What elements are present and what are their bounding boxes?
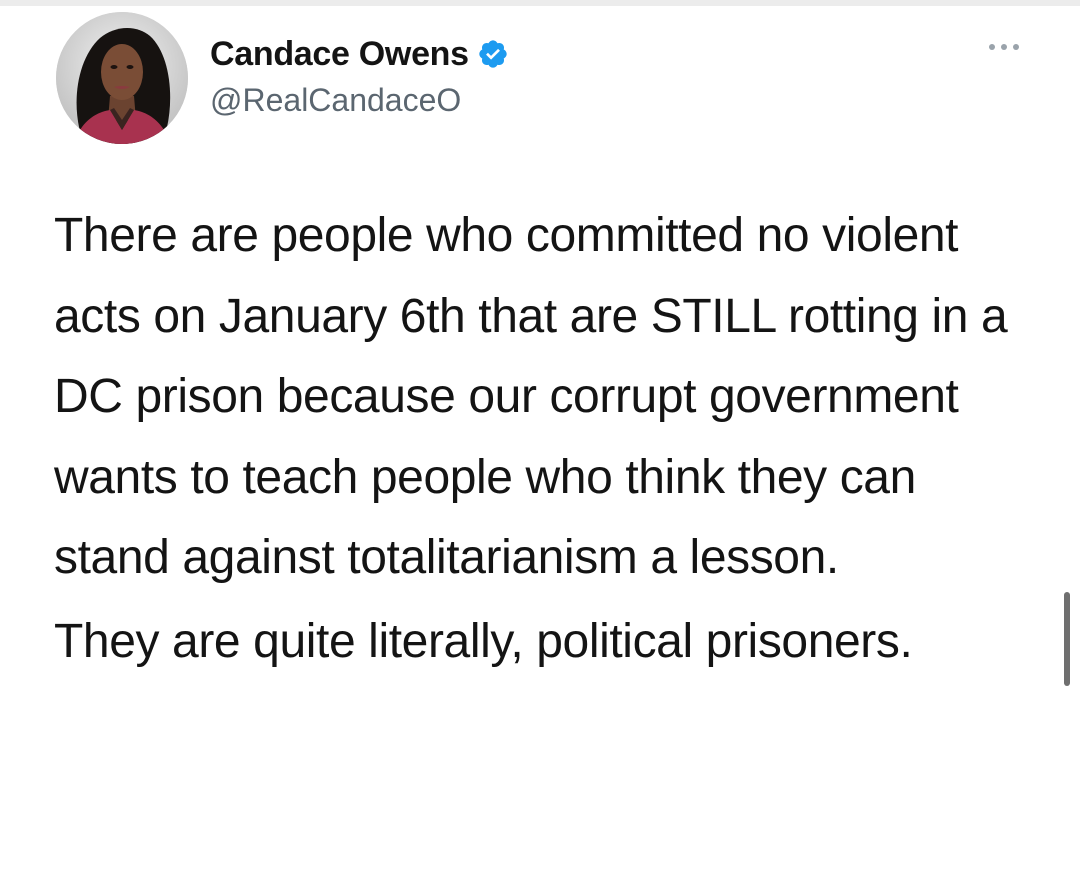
tweet-paragraph: They are quite literally, political pris…	[54, 614, 913, 668]
display-name[interactable]: Candace Owens	[210, 35, 469, 74]
verified-badge-icon	[477, 38, 509, 70]
avatar[interactable]	[56, 12, 188, 144]
more-options-icon[interactable]	[986, 40, 1022, 52]
tweet-paragraph: There are people who committed no violen…	[54, 209, 1008, 584]
author-name-row: Candace Owens	[210, 32, 509, 76]
author-handle[interactable]: @RealCandaceO	[210, 82, 461, 119]
scrollbar-thumb[interactable]	[1064, 592, 1070, 686]
tweet-card: Candace Owens @RealCandaceO There are pe…	[0, 0, 1080, 873]
avatar-image	[56, 12, 188, 144]
tweet-text: There are people who committed no violen…	[54, 196, 1034, 682]
